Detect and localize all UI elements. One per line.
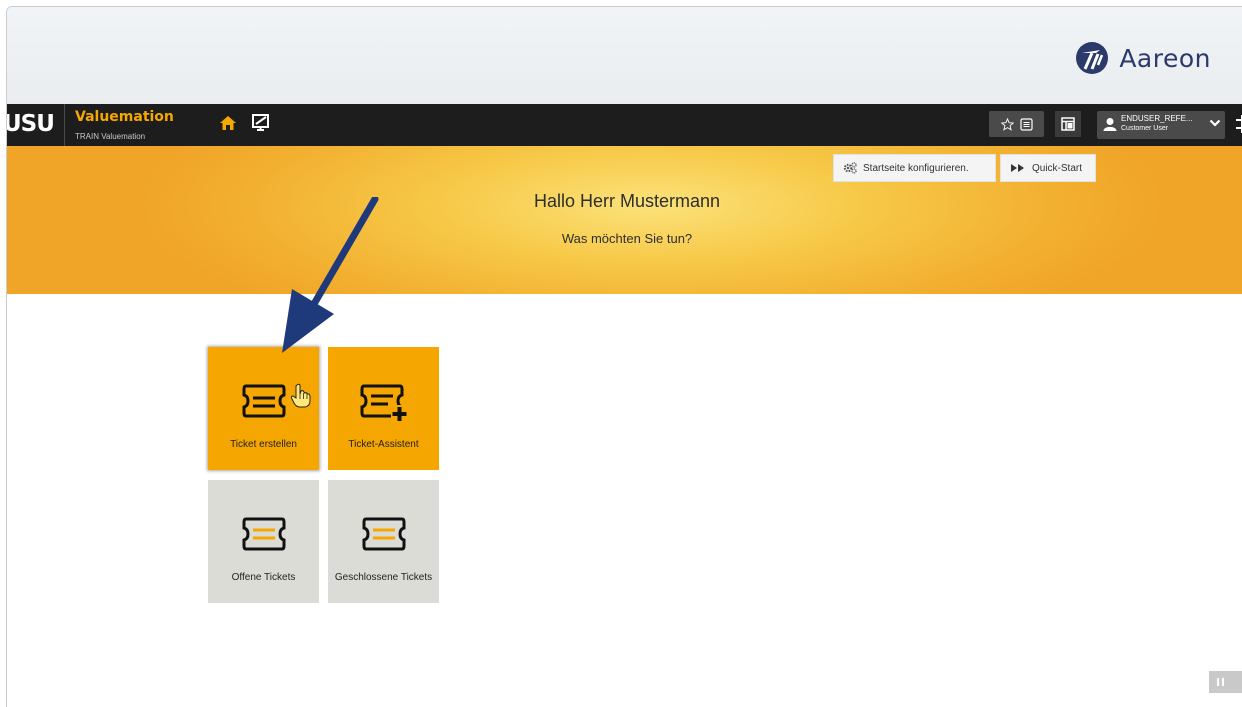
favorites-group[interactable] bbox=[989, 111, 1044, 137]
brand-header: Aareon bbox=[7, 7, 1242, 104]
top-navigation-bar: USU Valuemation TRAIN Valuemation ENDUSE… bbox=[7, 104, 1242, 146]
quick-start-label: Quick-Start bbox=[1032, 162, 1083, 174]
app-name: Valuemation bbox=[75, 109, 174, 125]
logo-divider bbox=[64, 104, 65, 146]
user-role: Customer User bbox=[1121, 125, 1169, 132]
tile-ticket-assistent[interactable]: Ticket-Assistent bbox=[328, 347, 439, 470]
tile-label: Ticket erstellen bbox=[230, 439, 297, 450]
pause-icon[interactable] bbox=[1209, 671, 1242, 693]
ticket-icon bbox=[208, 516, 319, 552]
user-name: ENDUSER_REFE... bbox=[1121, 114, 1193, 123]
tile-geschlossene-tickets[interactable]: Geschlossene Tickets bbox=[328, 480, 439, 603]
list-icon[interactable] bbox=[1019, 117, 1033, 131]
user-avatar-icon bbox=[1103, 118, 1117, 131]
aareon-logo: Aareon bbox=[1075, 41, 1211, 75]
ticket-icon bbox=[328, 516, 439, 552]
quick-start-button[interactable]: Quick-Start bbox=[1000, 154, 1096, 182]
configure-homepage-button[interactable]: Startseite konfigurieren. bbox=[833, 154, 996, 182]
home-icon[interactable] bbox=[219, 115, 237, 136]
configure-homepage-label: Startseite konfigurieren. bbox=[863, 162, 969, 174]
app-window: Aareon USU Valuemation TRAIN Valuemation bbox=[6, 6, 1242, 707]
user-menu[interactable]: ENDUSER_REFE... Customer User bbox=[1097, 111, 1225, 139]
tile-offene-tickets[interactable]: Offene Tickets bbox=[208, 480, 319, 603]
fast-forward-icon bbox=[1011, 164, 1024, 172]
aareon-wordmark: Aareon bbox=[1119, 43, 1211, 73]
tile-label: Offene Tickets bbox=[231, 572, 296, 583]
welcome-banner: Startseite konfigurieren. Quick-Start Ha… bbox=[7, 146, 1242, 294]
hand-cursor-icon bbox=[290, 383, 311, 408]
star-icon[interactable] bbox=[1000, 117, 1014, 131]
annotation-arrow-icon bbox=[282, 197, 379, 353]
ticket-add-icon bbox=[328, 383, 439, 423]
app-subtitle: TRAIN Valuemation bbox=[75, 132, 146, 141]
tile-label: Ticket-Assistent bbox=[348, 439, 419, 450]
gear-icon bbox=[843, 162, 857, 174]
monitor-icon[interactable] bbox=[251, 113, 271, 138]
layout-icon[interactable] bbox=[1055, 111, 1081, 137]
greeting-title: Hallo Herr Mustermann bbox=[533, 191, 721, 211]
chevron-down-icon[interactable] bbox=[1209, 118, 1221, 128]
pause-widget[interactable] bbox=[1209, 671, 1242, 693]
greeting-question: Was möchten Sie tun? bbox=[561, 231, 693, 246]
settings-icon[interactable] bbox=[1235, 114, 1242, 139]
tile-label: Geschlossene Tickets bbox=[334, 572, 433, 583]
usu-logo: USU bbox=[6, 111, 55, 137]
aareon-mark-icon bbox=[1076, 42, 1109, 74]
